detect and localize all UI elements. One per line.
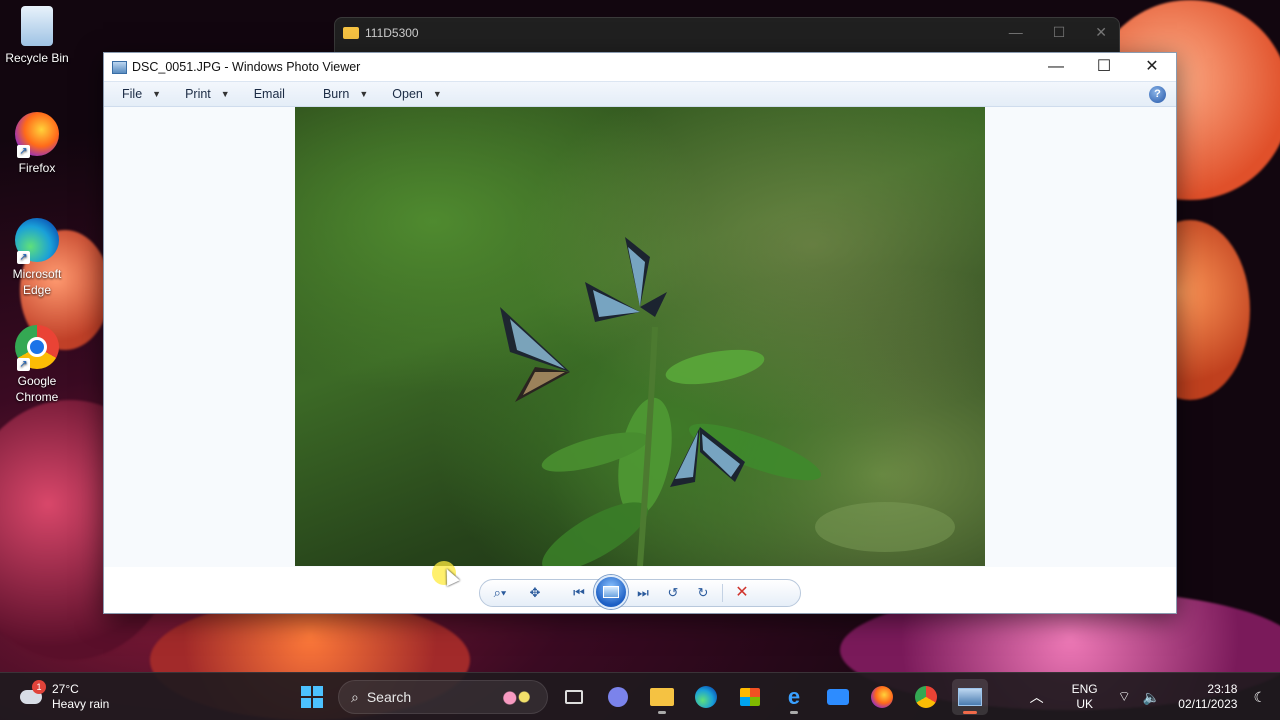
search-highlight-icon (499, 688, 535, 708)
windows-logo-icon (301, 686, 323, 708)
weather-widget[interactable]: 1 27°C Heavy rain (20, 680, 110, 712)
slideshow-icon[interactable] (594, 575, 628, 609)
explorer-title: 111D5300 (365, 26, 419, 40)
butterfly-photo-art (500, 237, 955, 566)
firefox-button[interactable] (864, 679, 900, 715)
file-explorer-window[interactable]: 111D5300 — ☐ ✕ (334, 17, 1120, 57)
file-explorer-button[interactable] (644, 679, 680, 715)
task-view-button[interactable] (556, 679, 592, 715)
video-camera-icon (827, 689, 849, 705)
start-button[interactable] (294, 679, 330, 715)
zoom-meetings-button[interactable] (820, 679, 856, 715)
weather-rain-icon: 1 (20, 680, 46, 706)
viewer-toolbar: ⌕▾ ✥ ⏮ ⏭ ↺ ↻ ✕ (479, 575, 801, 609)
desktop-icon-recycle-bin[interactable]: Recycle Bin (4, 6, 70, 66)
chevron-down-icon: ▼ (359, 89, 369, 99)
photo-viewer-icon (958, 688, 982, 706)
teams-chat-button[interactable] (600, 679, 636, 715)
taskbar-search[interactable]: ⌕ Search (338, 680, 548, 714)
clock[interactable]: 23:18 02/11/2023 (1178, 682, 1237, 712)
maximize-button[interactable]: ☐ (1080, 53, 1128, 81)
shortcut-arrow-icon: ↗ (17, 251, 30, 264)
photo-viewer-button[interactable] (952, 679, 988, 715)
close-icon[interactable]: ✕ (1095, 24, 1107, 41)
menu-print[interactable]: Print ▼ (177, 87, 240, 101)
menu-burn[interactable]: Burn ▼ (315, 87, 378, 101)
menu-file[interactable]: File ▼ (114, 87, 171, 101)
system-tray: ︿ ENG UK ⌔ 🔈 23:18 02/11/2023 ☾ (1024, 673, 1280, 720)
help-icon[interactable]: ? (1149, 86, 1166, 103)
edge-icon (695, 686, 717, 708)
language-indicator[interactable]: ENG UK (1072, 682, 1098, 712)
delete-icon[interactable]: ✕ (727, 580, 757, 606)
next-icon[interactable]: ⏭ (628, 580, 658, 606)
menu-open[interactable]: Open ▼ (384, 87, 452, 101)
zoom-icon[interactable]: ⌕▾ (480, 580, 520, 606)
desktop-icon-label: Firefox (18, 161, 56, 175)
shortcut-arrow-icon: ↗ (17, 358, 30, 371)
taskbar: 1 27°C Heavy rain ⌕ Search e ︿ ENG UK ⌔ … (0, 672, 1280, 720)
store-icon (740, 688, 760, 706)
clock-time: 23:18 (1207, 682, 1238, 696)
photo-viewer-window[interactable]: DSC_0051.JPG - Windows Photo Viewer — ☐ … (103, 52, 1177, 614)
desktop-icon-chrome[interactable]: ↗ Google Chrome (4, 325, 70, 405)
moon-icon[interactable]: ☾ (1253, 689, 1266, 706)
notification-badge: 1 (32, 680, 46, 694)
weather-temp: 27°C (52, 682, 79, 696)
shortcut-arrow-icon: ↗ (17, 145, 30, 158)
wifi-icon[interactable]: ⌔ (1118, 688, 1131, 706)
butterfly-top (585, 237, 667, 322)
firefox-icon (871, 686, 893, 708)
firefox-icon: ↗ (15, 112, 59, 158)
desktop-icon-firefox[interactable]: ↗ Firefox (4, 112, 70, 176)
desktop-icon-label: Microsoft Edge (12, 267, 62, 297)
chrome-button[interactable] (908, 679, 944, 715)
internet-explorer-icon: e (787, 684, 801, 709)
chevron-down-icon: ▼ (152, 89, 162, 99)
image-stage (104, 107, 1176, 567)
search-placeholder: Search (366, 689, 412, 705)
butterfly-left (500, 307, 570, 402)
edge-button[interactable] (688, 679, 724, 715)
toolbar-separator (722, 584, 723, 602)
menu-email[interactable]: Email (246, 87, 295, 101)
butterfly-photo (295, 107, 985, 566)
chrome-icon (915, 686, 937, 708)
menu-bar: File ▼ Print ▼ Email Burn ▼ Open ▼ ? (104, 81, 1176, 107)
internet-explorer-button[interactable]: e (776, 679, 812, 715)
window-title: DSC_0051.JPG - Windows Photo Viewer (132, 60, 361, 74)
weather-condition: Heavy rain (52, 697, 110, 711)
store-button[interactable] (732, 679, 768, 715)
chevron-down-icon: ▼ (432, 89, 442, 99)
maximize-icon[interactable]: ☐ (1053, 24, 1066, 41)
edge-icon: ↗ (15, 218, 59, 264)
previous-icon[interactable]: ⏮ (564, 580, 594, 606)
clock-date: 02/11/2023 (1178, 697, 1238, 711)
folder-icon (650, 688, 674, 706)
photo-viewer-app-icon (112, 60, 127, 74)
desktop-icon-edge[interactable]: ↗ Microsoft Edge (4, 218, 70, 298)
desktop-icon-label: Recycle Bin (5, 51, 69, 65)
close-button[interactable]: ✕ (1128, 53, 1176, 81)
chat-icon (608, 687, 628, 707)
minimize-icon[interactable]: — (1009, 24, 1023, 41)
chrome-icon: ↗ (15, 325, 59, 371)
search-icon: ⌕ (351, 688, 359, 705)
rotate-right-icon[interactable]: ↻ (688, 580, 718, 606)
folder-icon (343, 27, 359, 39)
recycle-bin-icon (21, 6, 53, 46)
title-bar[interactable]: DSC_0051.JPG - Windows Photo Viewer — ☐ … (104, 53, 1176, 81)
actual-size-icon[interactable]: ✥ (520, 580, 550, 606)
chevron-up-icon[interactable]: ︿ (1030, 687, 1044, 707)
rotate-left-icon[interactable]: ↺ (658, 580, 688, 606)
minimize-button[interactable]: — (1032, 53, 1080, 81)
desktop-icon-label: Google Chrome (15, 374, 59, 404)
chevron-down-icon: ▼ (220, 89, 230, 99)
volume-icon[interactable]: 🔈 (1143, 689, 1160, 706)
task-view-icon (565, 690, 583, 704)
